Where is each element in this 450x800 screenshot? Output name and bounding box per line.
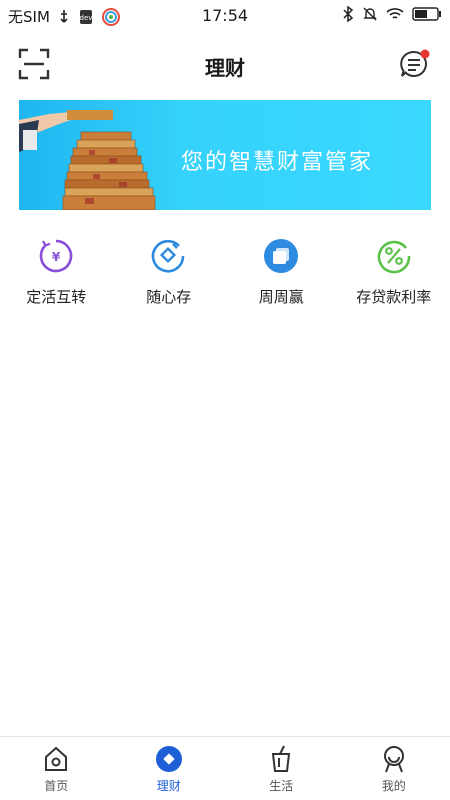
message-icon (400, 49, 430, 77)
quick-item-weekly-win[interactable]: 周周赢 (225, 238, 338, 318)
status-right (342, 6, 442, 22)
quick-item-flexible-deposit[interactable]: 随心存 (113, 238, 226, 318)
app-header: 理财 (0, 32, 450, 96)
profile-icon (383, 746, 404, 773)
mute-icon (362, 6, 378, 22)
home-icon (45, 746, 68, 771)
percent-icon (377, 240, 411, 274)
tab-life[interactable]: 生活 (225, 737, 338, 800)
message-button[interactable] (398, 48, 432, 82)
quick-label: 存贷款利率 (356, 288, 432, 306)
jenga-tower-illustration (19, 110, 156, 210)
deposit-icon (151, 239, 185, 273)
weekly-win-icon (264, 239, 299, 273)
life-icon (272, 745, 291, 772)
bottom-tab-bar: 首页 理财 生活 我的 (0, 736, 450, 800)
tab-finance[interactable]: 理财 (113, 737, 226, 800)
quick-item-fixed-current-transfer[interactable]: ¥ 定活互转 (0, 238, 113, 318)
quick-label: 定活互转 (26, 288, 87, 306)
banner-slogan: 您的智慧财富管家 (181, 150, 374, 175)
tab-label: 我的 (381, 779, 406, 793)
tab-label: 首页 (44, 779, 69, 793)
finance-icon (155, 746, 182, 772)
tab-home[interactable]: 首页 (0, 737, 113, 800)
unread-dot (420, 49, 430, 59)
wifi-icon (386, 7, 404, 21)
promo-banner[interactable]: 您的智慧财富管家 (19, 100, 431, 210)
svg-text:¥: ¥ (52, 250, 61, 264)
tab-label: 理财 (156, 779, 181, 793)
battery-icon (412, 7, 442, 21)
tab-label: 生活 (269, 779, 294, 793)
yuan-transfer-icon: ¥ (39, 239, 73, 273)
bluetooth-icon (342, 6, 354, 22)
status-bar: 无SIM dev 17:54 (0, 0, 450, 32)
quick-menu: ¥ 定活互转 随心存 周周赢 存贷款利率 (0, 238, 450, 318)
quick-label: 随心存 (146, 288, 192, 306)
quick-item-interest-rates[interactable]: 存贷款利率 (338, 238, 450, 318)
page-title: 理财 (205, 56, 245, 80)
quick-label: 周周赢 (258, 288, 304, 306)
tab-profile[interactable]: 我的 (338, 737, 450, 800)
